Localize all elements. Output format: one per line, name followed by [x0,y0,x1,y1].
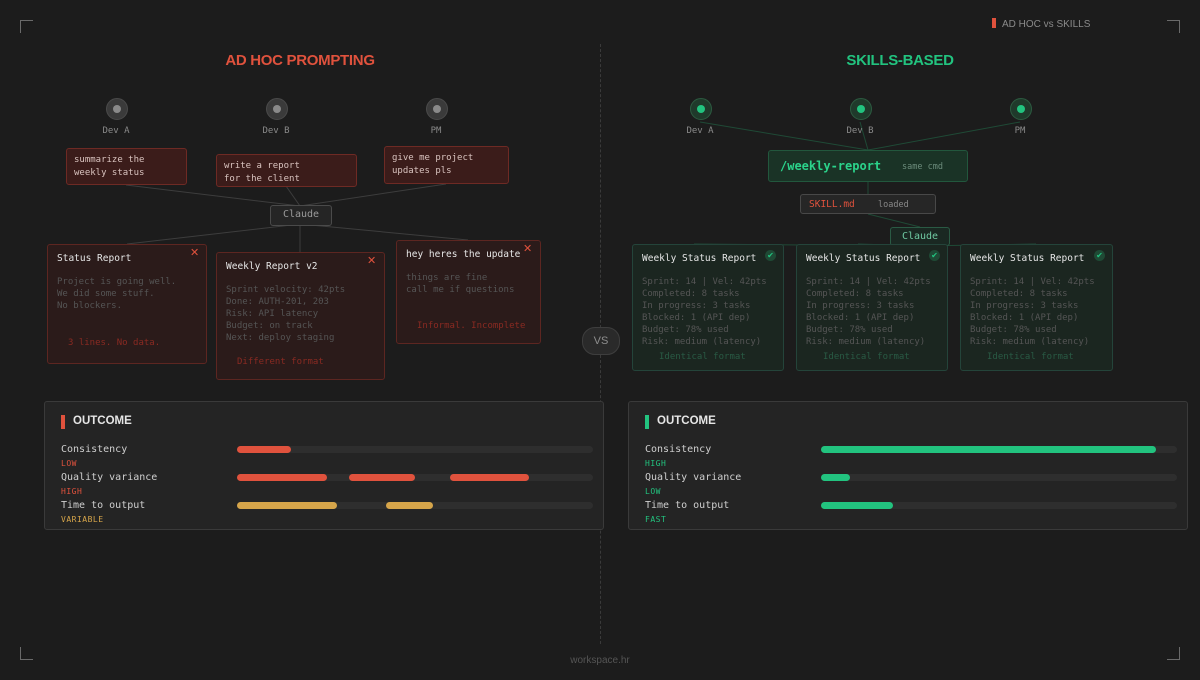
metric-bar [450,474,529,481]
user-avatar-dev-a [106,98,128,120]
card-footnote: 3 lines. No data. [68,338,161,348]
card-title: Status Report [57,253,132,264]
card-body: Sprint: 14 | Vel: 42pts Completed: 8 tas… [642,277,767,347]
card-title: Weekly Status Report [970,253,1085,264]
output-card: Weekly Status Report Sprint: 14 | Vel: 4… [796,244,948,371]
card-title: Weekly Status Report [806,253,921,264]
card-footnote: Identical format [987,352,1074,362]
user-avatar-dev-a [690,98,712,120]
card-body: things are fine call me if questions [406,273,515,295]
output-card: Weekly Report v2 Sprint velocity: 42pts … [216,252,385,380]
prompt-bubble: give me project updates pls [384,146,509,184]
card-footnote: Different format [237,357,324,367]
skill-file: SKILL.md loaded [800,194,936,214]
outcome-panel-right: OUTCOME Consistency HIGH Quality varianc… [628,401,1188,530]
footer-brand: workspace.hr [570,655,630,666]
check-icon: ✔ [765,250,776,261]
user-label: Dev A [102,126,130,136]
slash-command: /weekly-report same cmd [768,150,968,182]
metric-label: Quality variance [645,472,742,483]
command-note: same cmd [902,162,943,172]
metric-status: HIGH [645,459,667,468]
outcome-marker [645,415,649,429]
metric-bar [237,502,337,509]
card-title: hey heres the update [406,249,521,260]
user-avatar-pm [426,98,448,120]
metric-bar [349,474,415,481]
prompt-bubble: write a report for the client [216,154,357,187]
metric-bar [821,446,1156,453]
output-card: hey heres the update things are fine cal… [396,240,541,344]
outcome-title: OUTCOME [657,415,716,427]
card-footnote: Informal. Incomplete [417,321,526,331]
metric-status: HIGH [61,487,83,496]
metric-status: FAST [645,515,667,524]
metric-status: LOW [645,487,661,496]
metric-bar [237,446,291,453]
skill-file-name: SKILL.md [809,199,855,210]
outcome-title: OUTCOME [73,415,132,427]
metric-bar [821,474,850,481]
command-name: /weekly-report [780,159,882,173]
user-label: Dev A [686,126,714,136]
metric-track [821,474,1177,481]
check-icon: ✔ [929,250,940,261]
metric-bar [386,502,433,509]
card-body: Sprint: 14 | Vel: 42pts Completed: 8 tas… [970,277,1095,347]
card-footnote: Identical format [659,352,746,362]
outcome-panel-left: OUTCOME Consistency LOW Quality variance… [44,401,604,530]
metric-bar [237,474,327,481]
right-connectors [693,121,1037,247]
fail-x-icon: ✕ [367,254,377,267]
user-avatar-dev-b [266,98,288,120]
skill-status: loaded [878,200,909,210]
outcome-marker [61,415,65,429]
user-avatar-pm [1010,98,1032,120]
card-title: Weekly Report v2 [226,261,318,272]
user-label: Dev B [262,126,290,136]
card-body: Sprint velocity: 42pts Done: AUTH-201, 2… [226,285,346,343]
card-body: Sprint: 14 | Vel: 42pts Completed: 8 tas… [806,277,931,347]
metric-status: VARIABLE [61,515,104,524]
fail-x-icon: ✕ [190,246,200,259]
metric-label: Time to output [61,500,146,511]
prompt-bubble: summarize the weekly status [66,148,187,185]
claude-node-left: Claude [270,205,332,226]
card-title: Weekly Status Report [642,253,757,264]
check-icon: ✔ [1094,250,1105,261]
card-footnote: Identical format [823,352,910,362]
card-body: Project is going well. We did some stuff… [57,277,177,311]
output-card: Status Report Project is going well. We … [47,244,207,364]
output-card: Weekly Status Report Sprint: 14 | Vel: 4… [960,244,1113,371]
user-label: PM [430,126,442,136]
user-label: PM [1014,126,1026,136]
metric-label: Consistency [61,444,128,455]
metric-bar [821,502,893,509]
fail-x-icon: ✕ [523,242,533,255]
user-avatar-dev-b [850,98,872,120]
metric-label: Time to output [645,500,730,511]
user-label: Dev B [846,126,874,136]
output-card: Weekly Status Report Sprint: 14 | Vel: 4… [632,244,784,371]
metric-label: Consistency [645,444,712,455]
metric-label: Quality variance [61,472,158,483]
metric-status: LOW [61,459,77,468]
